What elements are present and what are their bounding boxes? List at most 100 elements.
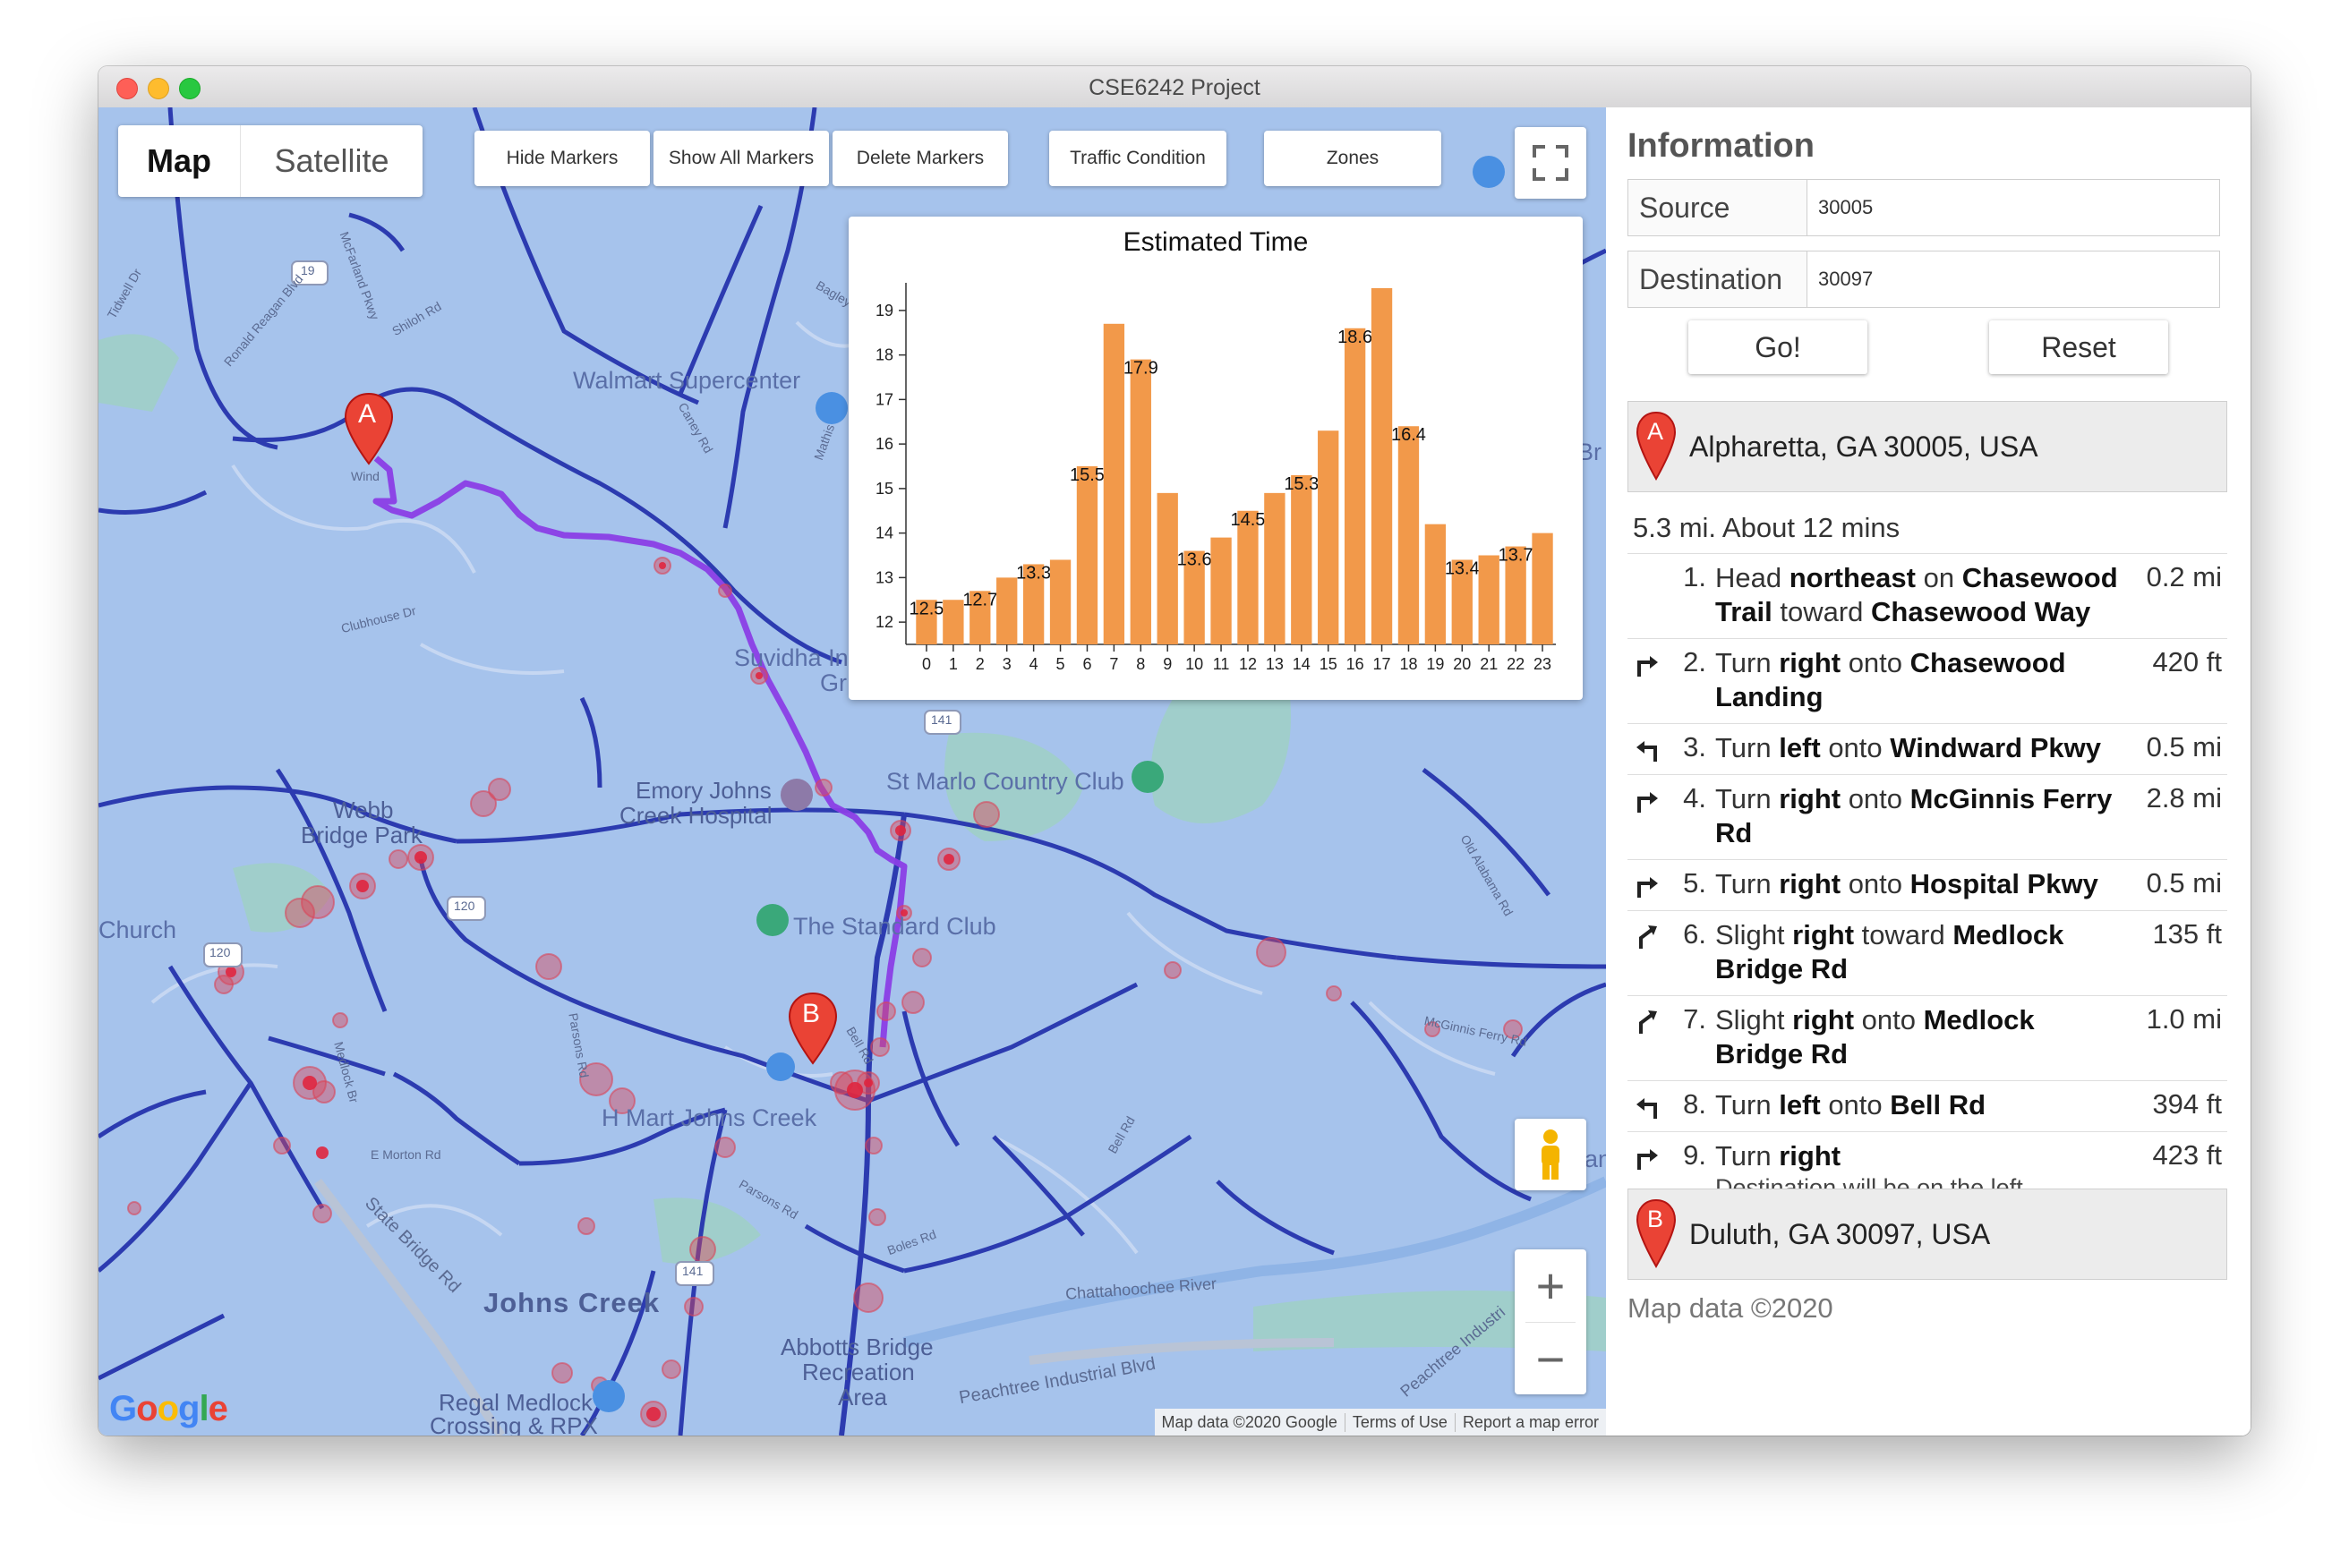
step-number: 2. xyxy=(1683,646,1706,677)
directions-list: 1. Head northeast on Chasewood Trail towa… xyxy=(1627,553,2227,1211)
chart-bar xyxy=(943,600,964,644)
fullscreen-button[interactable] xyxy=(1515,127,1586,199)
zoom-out-button[interactable]: − xyxy=(1515,1323,1586,1395)
go-button[interactable]: Go! xyxy=(1688,320,1867,374)
title-bar: CSE6242 Project xyxy=(98,66,2251,108)
step-instruction: Turn right onto McGinnis Ferry Rd xyxy=(1715,783,2113,848)
slight-right-icon xyxy=(1627,918,1667,986)
turn-left-icon xyxy=(1627,1088,1667,1122)
turn-left-icon xyxy=(1627,731,1667,765)
x-tick-label: 8 xyxy=(1136,655,1145,673)
walmart-label: Walmart Supercenter xyxy=(573,367,801,394)
map-attribution: Map data ©2020 Google Terms of Use Repor… xyxy=(1154,1409,1606,1436)
slight-right-icon xyxy=(1627,1003,1667,1071)
app-window: CSE6242 Project Walmart Supercenter Suvi… xyxy=(98,66,2251,1436)
bar-data-label: 12.5 xyxy=(909,599,944,618)
step-number: 1. xyxy=(1683,561,1706,592)
window-title: CSE6242 Project xyxy=(1089,75,1260,100)
reset-button[interactable]: Reset xyxy=(1989,320,2168,374)
x-tick-label: 17 xyxy=(1373,655,1391,673)
start-address-box: A Alpharetta, GA 30005, USA xyxy=(1627,401,2227,492)
st-marlo-label: St Marlo Country Club xyxy=(886,768,1124,795)
direction-step[interactable]: 2. Turn right onto Chasewood Landing 420 f… xyxy=(1627,638,2227,723)
y-tick-label: 18 xyxy=(876,346,893,364)
chart-bar xyxy=(1424,524,1447,644)
y-tick-label: 19 xyxy=(876,302,893,320)
step-instruction: Turn right onto Chasewood Landing xyxy=(1715,647,2066,712)
windward-label: Wind xyxy=(351,469,380,483)
show-all-markers-button[interactable]: Show All Markers xyxy=(653,131,829,186)
traffic-condition-button[interactable]: Traffic Condition xyxy=(1049,131,1226,186)
x-tick-label: 19 xyxy=(1426,655,1444,673)
y-tick-label: 17 xyxy=(876,390,893,408)
destination-input[interactable] xyxy=(1807,251,2219,307)
direction-step[interactable]: 8. Turn left onto Bell Rd 394 ft xyxy=(1627,1080,2227,1131)
chart-bar xyxy=(1210,537,1232,644)
chart-bar xyxy=(1076,466,1098,644)
direction-step[interactable]: 7. Slight right onto Medlock Bridge Rd 1.0… xyxy=(1627,995,2227,1080)
chart-bar xyxy=(1318,430,1339,644)
emory-label-2: Creek Hospital xyxy=(619,802,773,829)
edge-label-an: an xyxy=(1585,1146,1606,1172)
route-19-label: 19 xyxy=(301,263,315,277)
chart-bar xyxy=(1130,359,1151,644)
step-number: 3. xyxy=(1683,731,1706,763)
step-instruction: Slight right onto Medlock Bridge Rd xyxy=(1715,1004,2035,1069)
x-tick-label: 2 xyxy=(976,655,985,673)
suvidha-label: Suvidha In xyxy=(734,644,849,671)
map-type-satellite-button[interactable]: Satellite xyxy=(241,125,423,197)
x-tick-label: 16 xyxy=(1346,655,1364,673)
fullscreen-icon xyxy=(1533,145,1568,181)
hide-markers-button[interactable]: Hide Markers xyxy=(474,131,650,186)
turn-right-icon xyxy=(1627,646,1667,714)
bar-data-label: 14.5 xyxy=(1230,510,1265,530)
zoom-in-button[interactable]: + xyxy=(1515,1249,1586,1322)
map-type-map-button[interactable]: Map xyxy=(118,125,241,197)
source-input[interactable] xyxy=(1807,180,2219,235)
step-instruction: Slight right toward Medlock Bridge Rd xyxy=(1715,919,2064,984)
step-instruction: Turn left onto Windward Pkwy xyxy=(1715,732,2101,763)
x-tick-label: 10 xyxy=(1185,655,1203,673)
bar-data-label: 15.3 xyxy=(1284,474,1319,494)
direction-step[interactable]: 5. Turn right onto Hospital Pkwy 0.5 mi xyxy=(1627,859,2227,910)
bar-data-label: 13.4 xyxy=(1445,558,1480,578)
y-tick-label: 14 xyxy=(876,524,893,542)
chart-bar xyxy=(1157,492,1178,644)
bar-data-label: 13.6 xyxy=(1177,550,1212,570)
direction-step[interactable]: 1. Head northeast on Chasewood Trail towa… xyxy=(1627,553,2227,638)
x-tick-label: 20 xyxy=(1453,655,1471,673)
information-panel: Information Source Destination Go! Reset… xyxy=(1606,107,2251,1436)
johns-creek-label: Johns Creek xyxy=(483,1287,661,1318)
abbotts-label-1: Abbotts Bridge xyxy=(781,1334,934,1360)
x-tick-label: 13 xyxy=(1266,655,1284,673)
direction-step[interactable]: 4. Turn right onto McGinnis Ferry Rd 2.8 m… xyxy=(1627,774,2227,859)
hmart-label: H Mart Johns Creek xyxy=(602,1104,817,1131)
x-tick-label: 12 xyxy=(1239,655,1257,673)
zones-button[interactable]: Zones xyxy=(1264,131,1441,186)
y-tick-label: 16 xyxy=(876,435,893,453)
chart-svg: Estimated Time1213141516171819012.51 212.… xyxy=(876,227,1556,673)
street-view-button[interactable] xyxy=(1515,1119,1586,1190)
bar-data-label: 15.5 xyxy=(1070,465,1105,485)
end-address-box: B Duluth, GA 30097, USA xyxy=(1627,1189,2227,1280)
direction-step[interactable]: 3. Turn left onto Windward Pkwy 0.5 mi xyxy=(1627,723,2227,774)
turn-right-icon xyxy=(1627,867,1667,901)
chart-bar xyxy=(996,577,1018,644)
step-number: 8. xyxy=(1683,1088,1706,1120)
x-tick-label: 22 xyxy=(1507,655,1525,673)
chart-bar xyxy=(1344,328,1366,644)
route-120b-label: 120 xyxy=(454,899,475,913)
delete-markers-button[interactable]: Delete Markers xyxy=(833,131,1008,186)
step-distance: 420 ft xyxy=(2152,646,2222,677)
y-tick-label: 15 xyxy=(876,480,893,498)
bar-data-label: 18.6 xyxy=(1337,328,1372,347)
chart-title: Estimated Time xyxy=(1123,227,1309,257)
step-instruction: Turn left onto Bell Rd xyxy=(1715,1089,1986,1121)
terms-of-use-link[interactable]: Terms of Use xyxy=(1344,1412,1455,1432)
report-map-error-link[interactable]: Report a map error xyxy=(1454,1412,1606,1432)
regal-label-2: Crossing & RPX xyxy=(430,1412,598,1436)
zoom-control: + − xyxy=(1515,1249,1586,1394)
map-type-control: Map Satellite xyxy=(118,125,423,197)
map-view[interactable]: Walmart Supercenter Suvidha In Gr Emory … xyxy=(98,107,1606,1436)
direction-step[interactable]: 6. Slight right toward Medlock Bridge Rd 1… xyxy=(1627,910,2227,995)
